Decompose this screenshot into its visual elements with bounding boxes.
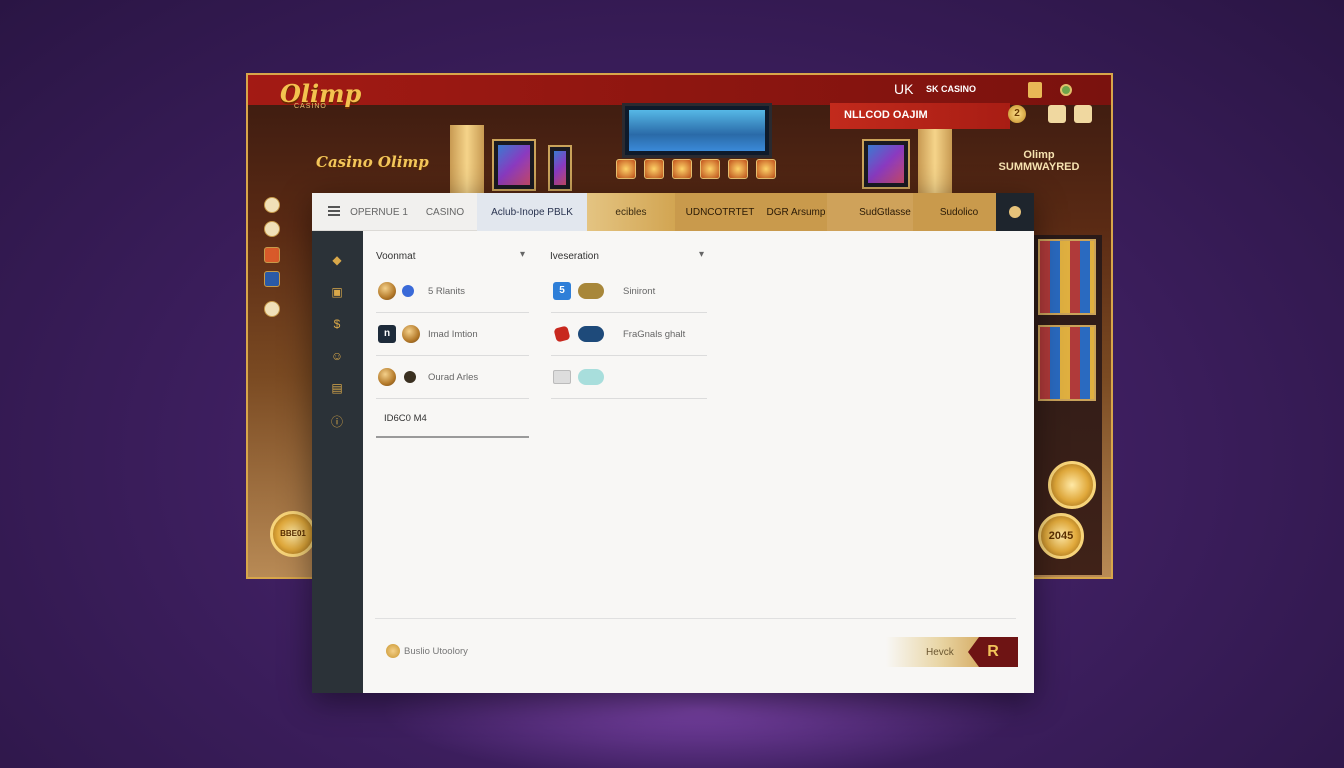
list-item-label: FraGnals ghalt (623, 329, 686, 340)
footer-link-label: Buslio Utoolory (404, 645, 468, 657)
list-item[interactable]: n Imad Imtion (376, 314, 529, 356)
tab-ecibles[interactable]: ecibles (587, 193, 675, 231)
casino-logo-sub: CASINO (294, 103, 327, 110)
promo-banner[interactable]: NLLCOD OAJIM (830, 103, 1010, 129)
coin-balance-badge[interactable]: 2 (1008, 105, 1026, 123)
game-thumbnail[interactable] (1038, 325, 1096, 401)
game-thumbnail[interactable] (1038, 239, 1096, 315)
diamond-icon[interactable] (264, 221, 280, 237)
list-item[interactable]: 5 Rlanits (376, 271, 529, 313)
cta-button[interactable]: R (968, 637, 1018, 667)
list-item-label: Ourad Arles (428, 372, 479, 383)
slot-machine-image (492, 139, 536, 191)
list-item-label: Imad Imtion (428, 329, 478, 340)
code-input-value: ID6C0 M4 (384, 413, 427, 424)
diamond-icon[interactable]: ◆ (330, 253, 344, 267)
coin-icon (378, 368, 396, 386)
tab-aclub[interactable]: Aclub-Inope PBLK (477, 193, 587, 231)
menu-tile-icon[interactable] (1048, 105, 1066, 123)
casino-sign-left: Casino Olimp (316, 153, 429, 171)
calendar-icon[interactable] (264, 247, 280, 263)
circle-icon[interactable] (264, 197, 280, 213)
panel-content: Voonmat ▾ 5 Rlanits n Imad Imtion Ourad … (363, 231, 1034, 693)
tab-opernue[interactable]: OPERNUE 1 (348, 193, 410, 231)
list-item-label: 5 Rlanits (428, 286, 465, 297)
toggle-icon (578, 326, 604, 342)
gift-icon[interactable] (1028, 82, 1042, 98)
menu-tile-icon[interactable] (1074, 105, 1092, 123)
coin-icon (402, 325, 420, 343)
dice-icon (553, 325, 571, 343)
smile-icon[interactable]: ☺ (330, 349, 344, 363)
brand-tag: SK CASINO (926, 84, 977, 94)
column-header-voonmat: Voonmat (376, 251, 416, 262)
brand-icon: n (378, 325, 396, 343)
column-header-iveseration: Iveseration (550, 251, 599, 262)
chip-icon[interactable]: ▣ (330, 285, 344, 299)
panel-topbar: OPERNUE 1 CASINO Aclub-Inope PBLK ecible… (312, 193, 1034, 231)
settings-panel: OPERNUE 1 CASINO Aclub-Inope PBLK ecible… (312, 193, 1034, 693)
tab-dgr-arsump[interactable]: DGR Arsump (765, 193, 827, 231)
chevron-down-icon[interactable]: ▾ (520, 249, 525, 260)
reel-row (616, 159, 776, 179)
pillar-decoration (918, 125, 952, 195)
casino-sign-right: Olimp SUMMWAYRED (998, 149, 1080, 173)
tab-sudolico[interactable]: Sudolico (913, 193, 1005, 231)
region-label[interactable]: UK (894, 81, 913, 97)
coin-icon (386, 644, 400, 658)
cta-label: Hevck (926, 647, 954, 658)
coin-left: BBE01 (270, 511, 316, 557)
coins-icon[interactable]: $ (330, 317, 344, 331)
clock-icon (1009, 206, 1021, 218)
check-cta[interactable]: Hevck R (886, 637, 1018, 667)
slot-machine-image (862, 139, 910, 189)
toggle-icon (578, 283, 604, 299)
list-item[interactable] (551, 357, 707, 399)
slot-machine-image (548, 145, 572, 191)
toggle-icon (578, 369, 604, 385)
tab-casino[interactable]: CASINO (420, 193, 470, 231)
user-icon[interactable] (264, 271, 280, 287)
gallery-icon (553, 370, 571, 384)
menu-icon[interactable] (328, 206, 340, 216)
pillar-decoration (450, 125, 484, 195)
status-dot-icon (1060, 84, 1072, 96)
tab-udncotrtet[interactable]: UDNCOTRTET (675, 193, 765, 231)
alert-icon[interactable]: ⓘ (330, 415, 344, 429)
footer-divider (375, 618, 1016, 619)
list-item[interactable]: 5 Siniront (551, 271, 707, 313)
casino-topbar (248, 75, 1111, 105)
coin-bottom-right: 2045 (1038, 513, 1084, 559)
footer-history-link[interactable]: Buslio Utoolory (386, 644, 468, 658)
list-item-label: Siniront (623, 286, 656, 297)
tab-clock[interactable] (996, 193, 1034, 231)
chip-icon (378, 282, 396, 300)
coin-top-right (1048, 461, 1096, 509)
list-item[interactable]: Ourad Arles (376, 357, 529, 399)
hat-icon (404, 371, 416, 383)
code-input[interactable]: ID6C0 M4 (376, 400, 529, 438)
list-item[interactable]: FraGnals ghalt (551, 314, 707, 356)
chevron-down-icon[interactable]: ▾ (699, 249, 704, 260)
panel-sidebar: ◆ ▣ $ ☺ ▤ ⓘ (312, 231, 363, 693)
featured-game-screen[interactable] (622, 103, 772, 158)
card-icon[interactable]: ▤ (330, 381, 344, 395)
app-icon: 5 (553, 282, 571, 300)
dice-icon (402, 285, 414, 297)
settings-icon[interactable] (264, 301, 280, 317)
